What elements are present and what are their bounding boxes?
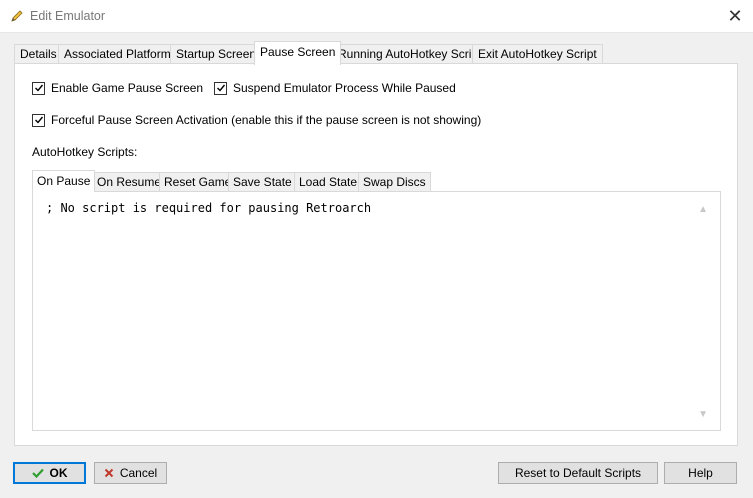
help-button[interactable]: Help — [664, 462, 737, 484]
suspend-process-checkbox[interactable] — [214, 81, 227, 95]
scroll-down-icon[interactable]: ▼ — [698, 409, 708, 420]
forceful-activation-checkbox-row[interactable]: Forceful Pause Screen Activation (enable… — [32, 113, 481, 127]
title-bar: Edit Emulator ✕ — [0, 0, 753, 33]
forceful-activation-label: Forceful Pause Screen Activation (enable… — [51, 113, 482, 127]
reset-label: Reset to Default Scripts — [514, 466, 642, 480]
enable-pause-checkbox[interactable] — [32, 81, 45, 95]
tab-pause-screen[interactable]: Pause Screen — [254, 41, 342, 65]
suspend-process-label: Suspend Emulator Process While Paused — [233, 81, 456, 95]
tab-on-pause[interactable]: On Pause — [32, 170, 96, 192]
tab-reset-game[interactable]: Reset Game — [159, 172, 237, 191]
reset-default-scripts-button[interactable]: Reset to Default Scripts — [498, 462, 658, 484]
tab-save-state[interactable]: Save State — [228, 172, 297, 191]
suspend-process-checkbox-row[interactable]: Suspend Emulator Process While Paused — [214, 81, 456, 95]
cancel-label: Cancel — [119, 466, 158, 480]
ok-button[interactable]: OK — [13, 462, 86, 484]
ok-label: OK — [49, 466, 68, 480]
help-label: Help — [688, 466, 713, 480]
pencil-icon — [9, 8, 25, 24]
cancel-icon — [104, 464, 114, 484]
window-title: Edit Emulator — [30, 9, 106, 23]
close-button[interactable]: ✕ — [725, 6, 745, 26]
tab-details[interactable]: Details — [14, 44, 63, 64]
enable-pause-checkbox-row[interactable]: Enable Game Pause Screen — [32, 81, 203, 95]
script-content[interactable]: ; No script is required for pausing Retr… — [46, 201, 371, 215]
tab-startup-screen[interactable]: Startup Screen — [170, 44, 263, 64]
enable-pause-label: Enable Game Pause Screen — [51, 81, 204, 95]
tab-exit-autohotkey-script[interactable]: Exit AutoHotkey Script — [472, 44, 603, 64]
check-icon — [31, 465, 44, 483]
tab-load-state[interactable]: Load State — [294, 172, 363, 191]
tab-on-resume[interactable]: On Resume — [92, 172, 167, 191]
cancel-button[interactable]: Cancel — [94, 462, 167, 484]
autohotkey-scripts-heading: AutoHotkey Scripts: — [32, 145, 138, 159]
script-editor[interactable]: ; No script is required for pausing Retr… — [32, 191, 721, 431]
forceful-activation-checkbox[interactable] — [32, 113, 45, 127]
tab-associated-platforms[interactable]: Associated Platforms — [58, 44, 183, 64]
tab-running-autohotkey-script[interactable]: Running AutoHotkey Script — [332, 44, 488, 64]
scroll-up-icon[interactable]: ▲ — [698, 204, 708, 215]
tab-swap-discs[interactable]: Swap Discs — [358, 172, 431, 191]
